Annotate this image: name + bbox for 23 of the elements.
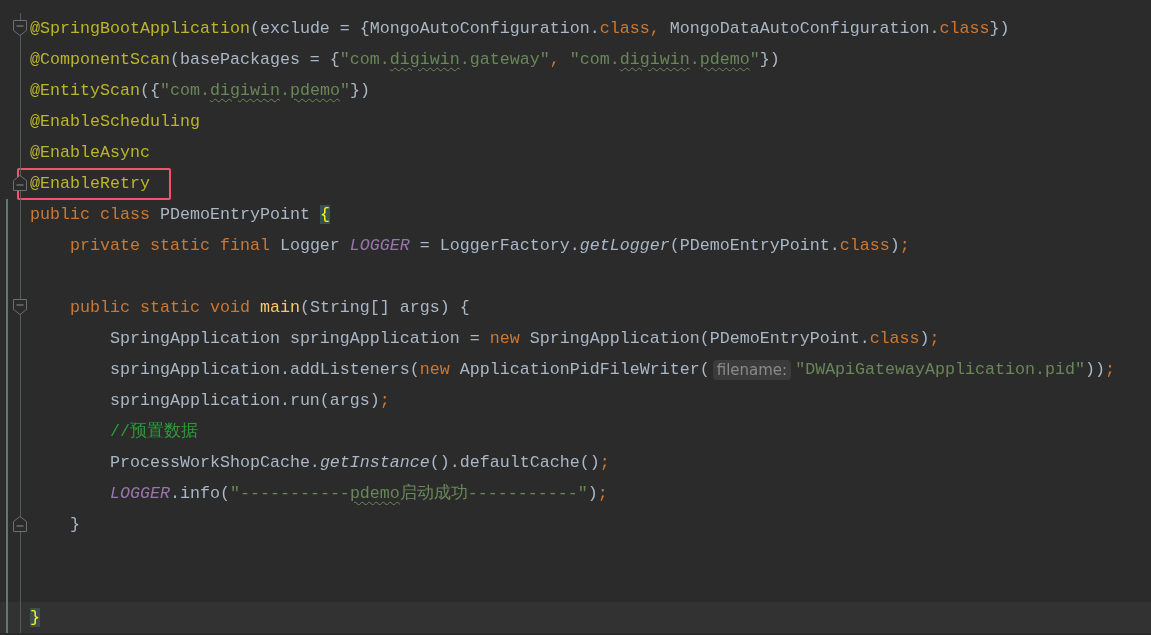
code-text: "DWApiGatewayApplication.pid")); — [795, 358, 1115, 381]
code-text: SpringApplication springApplication = new SpringApplication(PDemoEntryPoint.class); — [108, 327, 940, 350]
code-text: @EnableRetry — [17, 167, 171, 200]
code-text: @SpringBootApplication(exclude = {MongoAutoConfiguration.class, MongoDataAutoConfiguration.class}) — [30, 17, 1010, 40]
code-text: } — [30, 606, 40, 629]
parameter-hint: filename: — [712, 359, 792, 380]
code-text: ProcessWorkShopCache.getInstance().defaultCache(); — [108, 451, 610, 474]
code-text: public class PDemoEntryPoint { — [30, 203, 330, 226]
fold-collapse-icon[interactable] — [13, 516, 27, 532]
code-text: LOGGER.info("-----------pdemo启动成功-----------"); — [108, 482, 608, 505]
code-text: springApplication.addListeners(new ApplicationPidFileWriter( — [108, 358, 710, 381]
code-text: private static final Logger LOGGER = LoggerFactory.getLogger(PDemoEntryPoint.class); — [68, 234, 910, 257]
fold-collapse-icon[interactable] — [13, 299, 27, 315]
code-text: public static void main(String[] args) { — [68, 296, 470, 319]
code-text: } — [68, 513, 80, 536]
code-text: //预置数据 — [108, 420, 198, 443]
fold-collapse-icon[interactable] — [13, 20, 27, 36]
code-text: @EnableScheduling — [30, 110, 200, 133]
code-text: @EnableAsync — [30, 141, 150, 164]
code-text: @EntityScan({"com.digiwin.pdemo"}) — [30, 79, 370, 102]
code-text: @ComponentScan(basePackages = {"com.digiwin.gateway", "com.digiwin.pdemo"}) — [30, 48, 780, 71]
code-text: springApplication.run(args); — [108, 389, 390, 412]
fold-collapse-icon[interactable] — [13, 175, 27, 191]
